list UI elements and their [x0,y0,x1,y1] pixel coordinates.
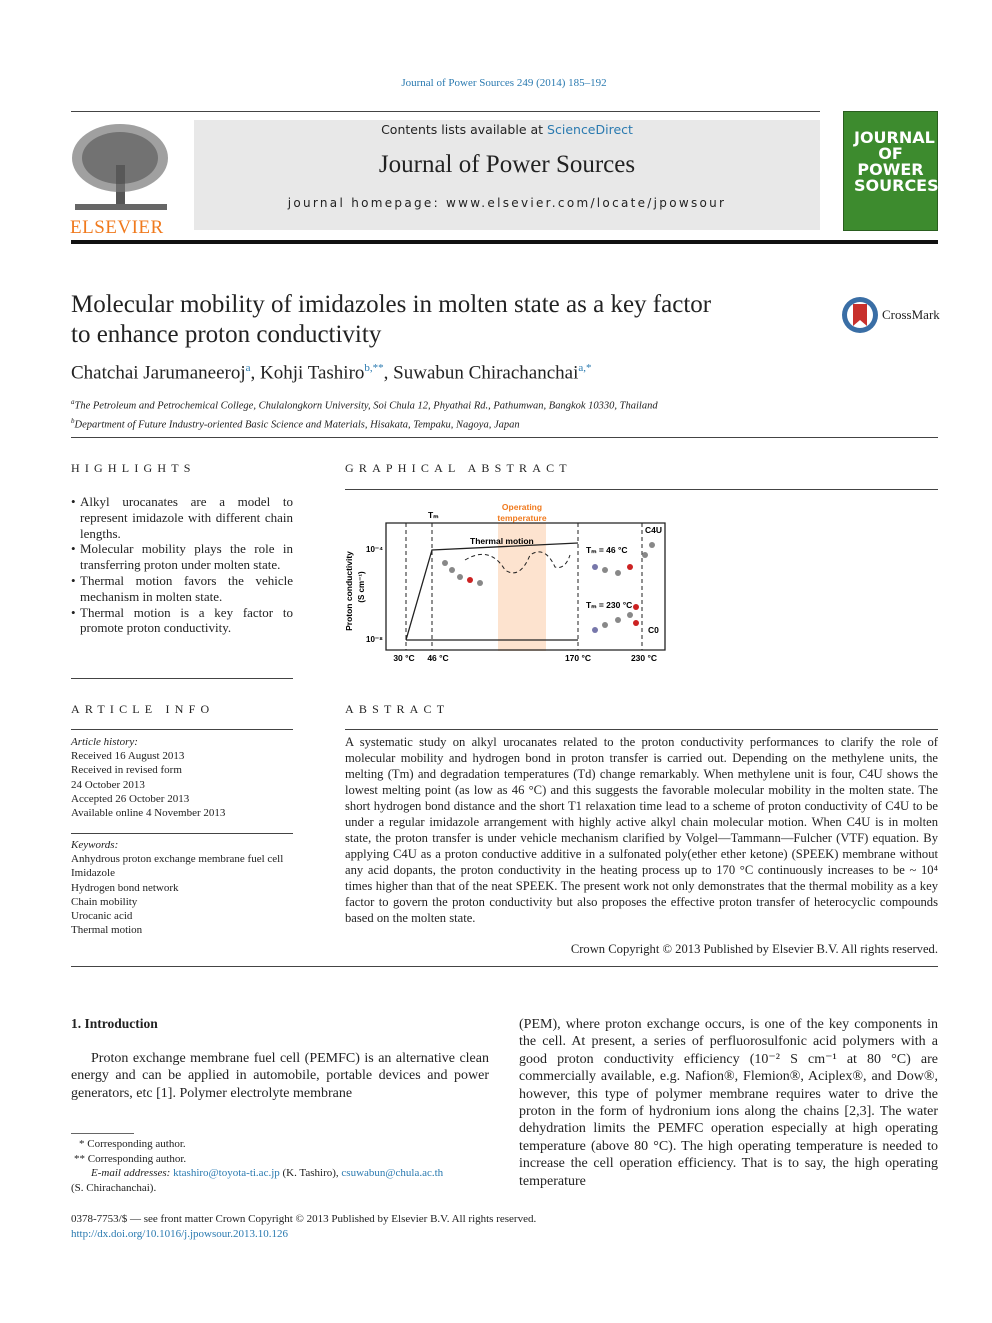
crossmark-icon [842,297,878,333]
journal-header-box: Contents lists available at ScienceDirec… [194,120,820,230]
y-axis-unit: (S cm⁻¹) [357,571,366,603]
footnotes: * Corresponding author. ** Corresponding… [71,1138,444,1194]
c0-label: C0 [648,625,659,635]
abstract-copyright: Crown Copyright © 2013 Published by Else… [570,942,938,956]
journal-title: Journal of Power Sources [378,151,636,178]
section-heading-introduction: 1. Introduction [71,1016,158,1031]
email-link[interactable]: ktashiro@toyota-ti.ac.jp [173,1167,280,1179]
elsevier-tree-icon [72,124,168,210]
list-item: Thermal motion favors the vehicle mechan… [71,573,293,605]
sciencedirect-link[interactable]: ScienceDirect [547,122,633,137]
c4u-label: C4U [645,525,662,535]
crossmark-button[interactable]: CrossMark [841,296,940,334]
email-link[interactable]: csuwabun@chula.ac.th [341,1167,443,1179]
abstract-heading: ABSTRACT [345,702,450,716]
highlights-heading: HIGHLIGHTS [71,461,196,475]
keywords: Keywords: Anhydrous proton exchange memb… [71,838,293,937]
author[interactable]: Kohji Tashiro [260,362,364,383]
list-item: Thermal motion is a key factor to promot… [71,605,293,637]
keyword: Urocanic acid [71,910,133,923]
x-tick: 46 °C [427,653,448,663]
header-rule [71,240,938,244]
article-title: Molecular mobility of imidazoles in molt… [71,291,712,348]
journal-reference-link[interactable]: Journal of Power Sources 249 (2014) 185–… [0,77,992,89]
abstract-text: A systematic study on alkyl urocanates r… [345,735,938,925]
graphical-abstract-figure: Proton conductivity (S cm⁻¹) 10⁻⁴ 10⁻⁸ T… [344,502,666,663]
conductivity-line [405,542,579,641]
keyword: Hydrogen bond network [71,881,179,894]
x-tick: 230 °C [631,653,657,663]
x-tick: 30 °C [393,653,414,663]
article-page: Journal of Power Sources 249 (2014) 185–… [0,0,992,1323]
elsevier-logo: ELSEVIER [70,120,172,238]
author-list: Chatchai Jarumaneeroja, Kohji Tashirob,*… [71,362,592,384]
author[interactable]: Suwabun Chirachanchai [393,362,578,383]
keyword: Anhydrous proton exchange membrane fuel … [71,853,284,866]
issn-line: 0378-7753/$ — see front matter Crown Cop… [71,1213,537,1225]
y-axis-label: Proton conductivity [344,551,354,631]
elsevier-wordmark: ELSEVIER [70,217,164,238]
tm46-label: Tₘ = 46 °C [586,545,628,555]
contents-label: Contents lists available at [381,122,548,137]
y-tick-top: 10⁻⁴ [366,545,383,554]
tm-label: Tₘ [428,510,439,520]
operating-label: Operating [502,502,542,512]
x-tick: 170 °C [565,653,591,663]
journal-cover: JOURNAL OF POWER SOURCES [843,111,939,231]
journal-homepage[interactable]: journal homepage: www.elsevier.com/locat… [194,196,820,210]
list-item: Molecular mobility plays the role in tra… [71,541,293,573]
article-history: Article history: Received 16 August 2013… [71,736,226,820]
thermal-motion-label: Thermal motion [470,536,534,546]
intro-left-column: Proton exchange membrane fuel cell (PEMF… [71,1051,489,1101]
affiliations: aThe Petroleum and Petrochemical College… [71,398,658,430]
temperature-label: temperature [497,513,546,523]
author[interactable]: Chatchai Jarumaneeroj [71,362,246,383]
highlights-list: Alkyl urocanates are a model to represen… [71,494,293,636]
article-info-heading: ARTICLE INFO [71,702,215,716]
graphical-abstract-heading: GRAPHICAL ABSTRACT [345,461,572,475]
tm230-label: Tₘ = 230 °C [586,600,632,610]
doi-link[interactable]: http://dx.doi.org/10.1016/j.jpowsour.201… [71,1228,288,1240]
list-item: Alkyl urocanates are a model to represen… [71,494,293,541]
keyword: Imidazole [71,867,115,880]
y-tick-bottom: 10⁻⁸ [366,635,383,644]
footer: 0378-7753/$ — see front matter Crown Cop… [71,1212,536,1241]
keyword: Chain mobility [71,895,138,908]
intro-right-column: (PEM), where proton exchange occurs, is … [519,1017,938,1189]
keyword: Thermal motion [71,924,143,937]
